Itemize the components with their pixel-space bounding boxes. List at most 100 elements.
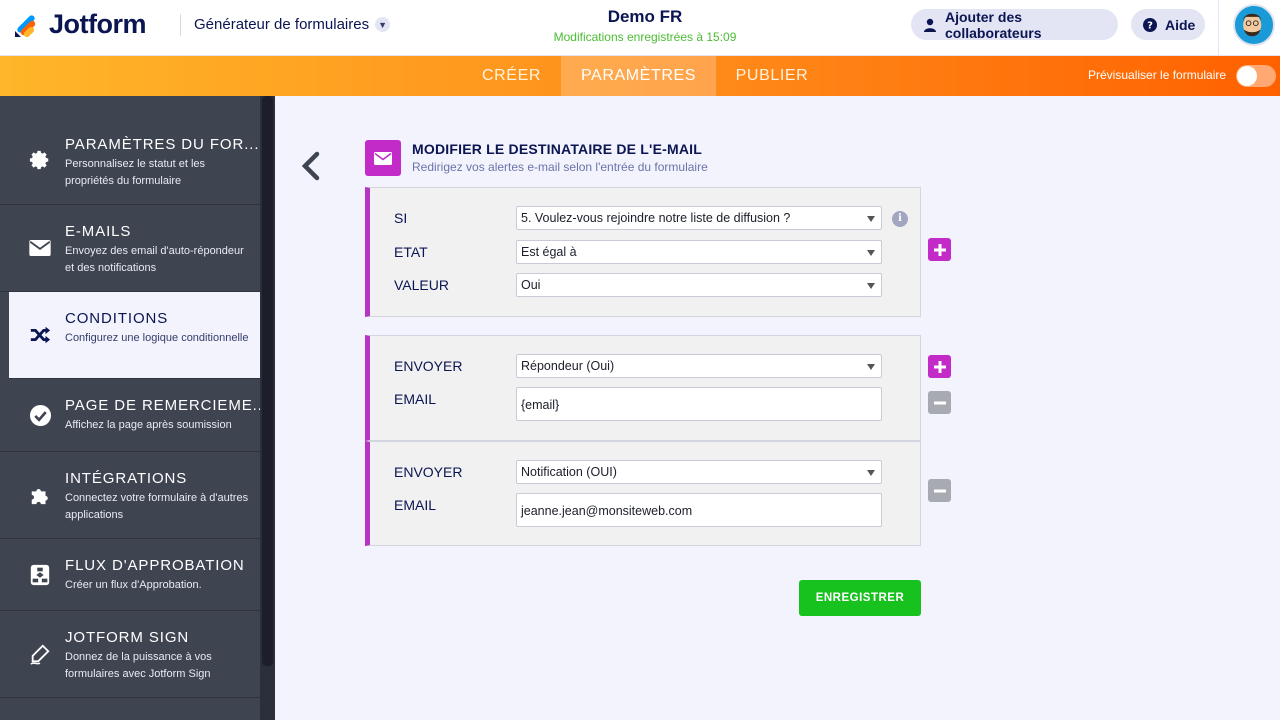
sidebar-item-desc: Configurez une logique conditionnelle [65,332,249,344]
puzzle-icon [27,482,53,508]
panel-title: MODIFIER LE DESTINATAIRE DE L'E-MAIL [412,141,703,157]
add-collaborators-button[interactable]: Ajouter des collaborateurs [911,8,1118,41]
toggle-knob [1237,66,1257,86]
help-icon: ? [1143,17,1157,32]
etat-select[interactable]: Est égal à [516,240,882,264]
help-button[interactable]: ? Aide [1131,9,1205,40]
si-select[interactable]: 5. Voulez-vous rejoindre notre liste de … [516,206,882,230]
valeur-label: VALEUR [394,277,449,293]
sidebar-item-title: INTÉGRATIONS [65,470,188,487]
send-value: Notification (OUI) [521,465,617,479]
sidebar-item-jotform-sign[interactable]: JOTFORM SIGN Donnez de la puissance à vo… [0,611,260,698]
preview-toggle[interactable] [1236,65,1276,87]
action-box-1: ENVOYER Répondeur (Oui) EMAIL {email} [365,335,921,441]
form-title[interactable]: Demo FR [520,7,770,27]
pen-icon [27,641,53,667]
form-title-block: Demo FR Modifications enregistrées à 15:… [520,7,770,44]
email-field[interactable]: {email} [516,387,882,421]
add-action-button[interactable] [928,355,951,378]
flow-icon [27,562,53,588]
gear-icon [27,147,53,173]
si-label: SI [394,210,408,226]
valeur-select[interactable]: Oui [516,273,882,297]
dropdown-arrow-icon [867,283,875,289]
sidebar-item-form-settings[interactable]: PARAMÈTRES DU FOR... Personnalisez le st… [0,118,260,205]
shuffle-icon [27,322,53,348]
builder-label: Générateur de formulaires [194,16,370,33]
tab-publish[interactable]: PUBLIER [716,56,828,96]
dropdown-arrow-icon [867,216,875,222]
logo-text: Jotform [49,9,147,39]
valeur-value: Oui [521,278,541,292]
sidebar-item-desc: Connectez votre formulaire à d'autres ap… [65,492,249,521]
send-select[interactable]: Répondeur (Oui) [516,354,882,378]
plus-icon [933,243,946,256]
plus-icon [933,360,946,373]
si-value: 5. Voulez-vous rejoindre notre liste de … [521,211,791,225]
sidebar-item-title: JOTFORM SIGN [65,629,190,646]
dropdown-arrow-icon [867,470,875,476]
sidebar-item-title: FLUX D'APPROBATION [65,557,245,574]
jotform-logo[interactable]: Jotform [13,9,147,40]
sidebar-item-title: E-MAILS [65,223,132,240]
help-label: Aide [1165,16,1196,33]
condition-box: SI 5. Voulez-vous rejoindre notre liste … [365,187,921,317]
header-divider [180,14,181,36]
main-tab-bar: CRÉER PARAMÈTRES PUBLIER Prévisualiser l… [0,56,1280,96]
email-label: EMAIL [394,497,437,513]
etat-value: Est égal à [521,245,577,259]
avatar-face-icon [1235,6,1270,41]
email-field[interactable]: jeanne.jean@monsiteweb.com [516,493,882,527]
check-circle-icon [27,402,53,428]
avatar[interactable] [1233,4,1275,46]
sidebar-item-conditions[interactable]: CONDITIONS Configurez une logique condit… [9,292,260,379]
send-value: Répondeur (Oui) [521,359,615,373]
minus-icon [933,401,946,404]
builder-dropdown[interactable]: Générateur de formulaires ▼ [194,16,391,33]
top-header: Jotform Générateur de formulaires ▼ Demo… [0,0,1280,56]
dropdown-arrow-icon [867,364,875,370]
sidebar-item-desc: Personnalisez le statut et les propriété… [65,158,206,187]
sidebar-item-desc: Donnez de la puissance à vos formulaires… [65,651,212,680]
sidebar-item-desc: Envoyez des email d'auto-répondeur et de… [65,245,244,274]
sidebar-item-approval-flow[interactable]: FLUX D'APPROBATION Créer un flux d'Appro… [0,539,260,611]
info-icon[interactable]: i [892,211,908,227]
send-select[interactable]: Notification (OUI) [516,460,882,484]
minus-icon [933,489,946,492]
etat-label: ETAT [394,244,428,260]
email-label: EMAIL [394,391,437,407]
sidebar-scrollbar-thumb[interactable] [262,96,273,666]
email-header-icon [365,140,401,176]
save-status: Modifications enregistrées à 15:09 [553,30,737,44]
sidebar-item-thank-you-page[interactable]: PAGE DE REMERCIEME... Affichez la page a… [0,379,267,452]
sidebar-item-desc: Affichez la page après soumission [65,419,232,431]
panel-subtitle: Redirigez vos alertes e-mail selon l'ent… [412,160,708,174]
save-button[interactable]: ENREGISTRER [799,580,921,616]
add-collaborators-label: Ajouter des collaborateurs [945,8,1042,41]
remove-action-button[interactable] [928,391,951,414]
svg-text:?: ? [1147,20,1153,31]
sidebar-item-desc: Créer un flux d'Approbation. [65,579,202,591]
chevron-left-icon [301,151,320,181]
jotform-logo-icon [15,14,36,37]
settings-sidebar: PARAMÈTRES DU FOR... Personnalisez le st… [0,96,275,720]
preview-label: Prévisualiser le formulaire [1088,68,1227,82]
tab-settings[interactable]: PARAMÈTRES [561,56,716,96]
sidebar-item-title: PAGE DE REMERCIEME... [65,397,268,414]
action-box-2: ENVOYER Notification (OUI) EMAIL jeanne.… [365,441,921,546]
send-label: ENVOYER [394,358,463,374]
remove-action-button[interactable] [928,479,951,502]
envelope-icon [374,151,392,165]
tab-create[interactable]: CRÉER [462,56,561,96]
sidebar-item-title: CONDITIONS [65,310,169,327]
chevron-down-icon: ▼ [375,17,391,32]
avatar-divider [1218,0,1219,56]
add-condition-button[interactable] [928,238,951,261]
sidebar-item-integrations[interactable]: INTÉGRATIONS Connectez votre formulaire … [0,452,260,539]
sidebar-item-emails[interactable]: E-MAILS Envoyez des email d'auto-réponde… [0,205,260,292]
user-icon [923,18,937,32]
envelope-icon [27,235,53,261]
sidebar-item-title: PARAMÈTRES DU FOR... [65,136,260,153]
dropdown-arrow-icon [867,250,875,256]
back-button[interactable] [296,150,326,182]
